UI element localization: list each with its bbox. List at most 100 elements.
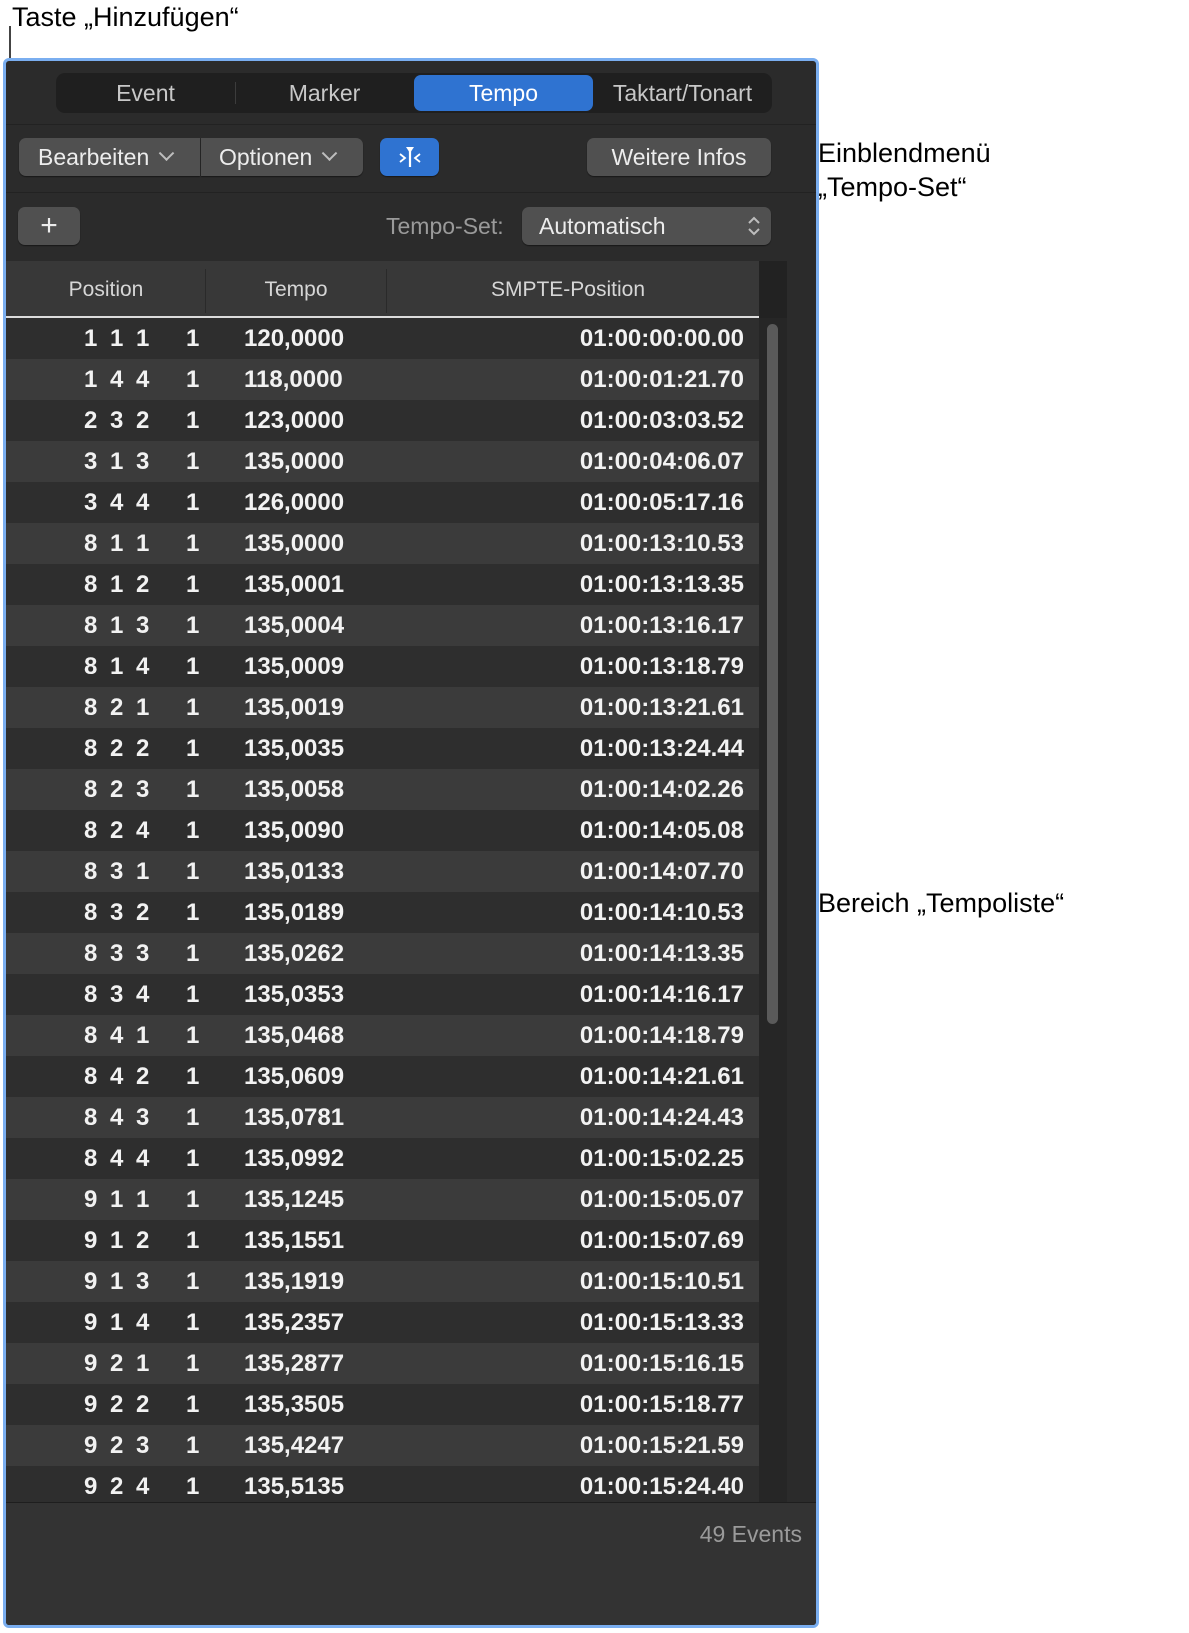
position-division: 2 xyxy=(136,1063,150,1090)
table-row[interactable]: 8 4 3 1 135,0781 01:00:14:24.43 xyxy=(6,1097,759,1138)
position-beat: 2 xyxy=(110,776,124,803)
position-beat: 3 xyxy=(110,407,124,434)
position-beat: 2 xyxy=(110,1432,124,1459)
table-row[interactable]: 2 3 2 1 123,0000 01:00:03:03.52 xyxy=(6,400,759,441)
smpte-position: 01:00:13:16.17 xyxy=(579,612,744,639)
table-row[interactable]: 8 3 4 1 135,0353 01:00:14:16.17 xyxy=(6,974,759,1015)
add-button[interactable]: + xyxy=(18,207,80,245)
table-row[interactable]: 3 1 3 1 135,0000 01:00:04:06.07 xyxy=(6,441,759,482)
position-bar: 8 xyxy=(84,858,98,885)
position-bar: 8 xyxy=(84,530,98,557)
table-row[interactable]: 8 4 2 1 135,0609 01:00:14:21.61 xyxy=(6,1056,759,1097)
position-bar: 9 xyxy=(84,1432,98,1459)
position-division: 4 xyxy=(136,489,150,516)
position-tick: 1 xyxy=(186,1022,200,1049)
table-row[interactable]: 9 2 2 1 135,3505 01:00:15:18.77 xyxy=(6,1384,759,1425)
tab-event[interactable]: Event xyxy=(56,73,235,113)
smpte-position: 01:00:14:05.08 xyxy=(579,817,744,844)
smpte-position: 01:00:03:03.52 xyxy=(579,407,744,434)
position-tick: 1 xyxy=(186,653,200,680)
table-row[interactable]: 8 1 4 1 135,0009 01:00:13:18.79 xyxy=(6,646,759,687)
table-row[interactable]: 3 4 4 1 126,0000 01:00:05:17.16 xyxy=(6,482,759,523)
table-row[interactable]: 8 2 2 1 135,0035 01:00:13:24.44 xyxy=(6,728,759,769)
position-tick: 1 xyxy=(186,448,200,475)
position-tick: 1 xyxy=(186,407,200,434)
catch-playhead-button[interactable] xyxy=(380,138,439,176)
tempo-set-popup[interactable]: Automatisch xyxy=(522,207,771,245)
table-header: Position Tempo SMPTE-Position xyxy=(6,261,759,319)
position-tick: 1 xyxy=(186,940,200,967)
toolbar-divider xyxy=(6,192,816,193)
table-row[interactable]: 9 2 1 1 135,2877 01:00:15:16.15 xyxy=(6,1343,759,1384)
table-row[interactable]: 8 3 1 1 135,0133 01:00:14:07.70 xyxy=(6,851,759,892)
table-row[interactable]: 9 1 2 1 135,1551 01:00:15:07.69 xyxy=(6,1220,759,1261)
tempo-value: 135,0000 xyxy=(244,530,345,557)
smpte-position: 01:00:04:06.07 xyxy=(579,448,744,475)
table-row[interactable]: 1 4 4 1 118,0000 01:00:01:21.70 xyxy=(6,359,759,400)
table-row[interactable]: 8 2 1 1 135,0019 01:00:13:21.61 xyxy=(6,687,759,728)
tempo-value: 135,0001 xyxy=(244,571,345,598)
column-header-tempo[interactable]: Tempo xyxy=(206,261,386,319)
table-row[interactable]: 1 1 1 1 120,0000 01:00:00:00.00 xyxy=(6,318,759,359)
table-row[interactable]: 8 4 1 1 135,0468 01:00:14:18.79 xyxy=(6,1015,759,1056)
table-row[interactable]: 8 2 3 1 135,0058 01:00:14:02.26 xyxy=(6,769,759,810)
smpte-position: 01:00:14:21.61 xyxy=(579,1063,744,1090)
status-footer: 49 Events xyxy=(6,1502,816,1625)
position-division: 2 xyxy=(136,735,150,762)
position-bar: 3 xyxy=(84,489,98,516)
position-bar: 2 xyxy=(84,407,98,434)
tempo-value: 135,1551 xyxy=(244,1227,345,1254)
position-division: 1 xyxy=(136,1350,150,1377)
tab-tempo[interactable]: Tempo xyxy=(414,75,593,111)
smpte-position: 01:00:13:21.61 xyxy=(579,694,744,721)
options-menu-button[interactable]: Optionen xyxy=(201,138,363,176)
table-row[interactable]: 8 2 4 1 135,0090 01:00:14:05.08 xyxy=(6,810,759,851)
table-row[interactable]: 8 3 2 1 135,0189 01:00:14:10.53 xyxy=(6,892,759,933)
smpte-position: 01:00:14:18.79 xyxy=(579,1022,744,1049)
position-division: 3 xyxy=(136,1268,150,1295)
table-row[interactable]: 9 2 3 1 135,4247 01:00:15:21.59 xyxy=(6,1425,759,1466)
table-row[interactable]: 9 2 4 1 135,5135 01:00:15:24.40 xyxy=(6,1466,759,1502)
table-row[interactable]: 8 1 3 1 135,0004 01:00:13:16.17 xyxy=(6,605,759,646)
position-division: 3 xyxy=(136,940,150,967)
position-tick: 1 xyxy=(186,366,200,393)
tempo-value: 135,0004 xyxy=(244,612,345,639)
table-row[interactable]: 9 1 3 1 135,1919 01:00:15:10.51 xyxy=(6,1261,759,1302)
position-bar: 9 xyxy=(84,1350,98,1377)
more-info-button[interactable]: Weitere Infos xyxy=(587,138,771,176)
position-tick: 1 xyxy=(186,530,200,557)
vertical-scrollbar[interactable] xyxy=(759,318,787,1502)
more-info-label: Weitere Infos xyxy=(611,143,747,170)
position-beat: 3 xyxy=(110,899,124,926)
table-row[interactable]: 8 1 2 1 135,0001 01:00:13:13.35 xyxy=(6,564,759,605)
callout-tempo-list: Bereich „Tempoliste“ xyxy=(818,888,1065,918)
tempo-value: 135,0992 xyxy=(244,1145,345,1172)
chevron-down-icon xyxy=(158,144,175,161)
position-division: 1 xyxy=(136,530,150,557)
table-row[interactable]: 9 1 1 1 135,1245 01:00:15:05.07 xyxy=(6,1179,759,1220)
table-row[interactable]: 8 3 3 1 135,0262 01:00:14:13.35 xyxy=(6,933,759,974)
tempo-value: 135,0353 xyxy=(244,981,345,1008)
column-header-smpte[interactable]: SMPTE-Position xyxy=(387,261,749,319)
table-row[interactable]: 8 1 1 1 135,0000 01:00:13:10.53 xyxy=(6,523,759,564)
catch-playhead-icon xyxy=(398,147,421,167)
position-tick: 1 xyxy=(186,612,200,639)
position-tick: 1 xyxy=(186,489,200,516)
position-tick: 1 xyxy=(186,817,200,844)
callout-tempo-set-line1: Einblendmenü xyxy=(818,138,991,168)
position-beat: 4 xyxy=(110,1145,124,1172)
position-bar: 8 xyxy=(84,694,98,721)
tab-marker[interactable]: Marker xyxy=(235,73,414,113)
position-tick: 1 xyxy=(186,1145,200,1172)
tempo-value: 120,0000 xyxy=(244,325,345,352)
tab-signature-key[interactable]: Taktart/Tonart xyxy=(593,73,772,113)
position-beat: 1 xyxy=(110,448,124,475)
column-header-position[interactable]: Position xyxy=(6,261,206,319)
scrollbar-thumb[interactable] xyxy=(767,324,778,1024)
position-bar: 9 xyxy=(84,1473,98,1500)
table-row[interactable]: 8 4 4 1 135,0992 01:00:15:02.25 xyxy=(6,1138,759,1179)
table-row[interactable]: 9 1 4 1 135,2357 01:00:15:13.33 xyxy=(6,1302,759,1343)
position-beat: 3 xyxy=(110,858,124,885)
edit-menu-button[interactable]: Bearbeiten xyxy=(19,138,200,176)
position-division: 3 xyxy=(136,776,150,803)
